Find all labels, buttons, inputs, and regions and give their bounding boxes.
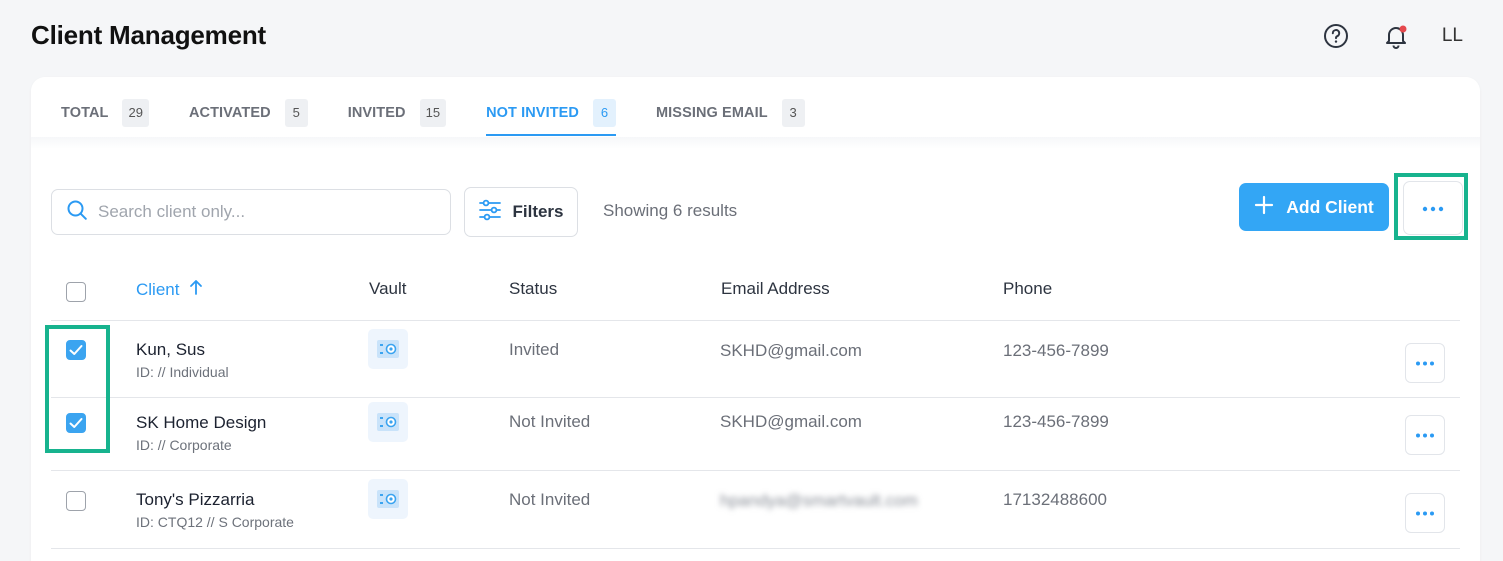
- row-actions-button[interactable]: [1405, 493, 1445, 533]
- row-actions-button[interactable]: [1405, 343, 1445, 383]
- tab-count: 6: [593, 98, 616, 127]
- row-checkbox[interactable]: [66, 491, 86, 511]
- client-name[interactable]: Tony's Pizzarria: [136, 490, 255, 510]
- client-status: Invited: [509, 340, 560, 359]
- tab-label: NOT INVITED: [486, 104, 579, 121]
- client-id: ID: // Corporate: [136, 437, 232, 453]
- bell-icon[interactable]: [1382, 22, 1410, 50]
- ellipsis-icon: [1416, 433, 1434, 437]
- ellipsis-icon: [1416, 361, 1434, 365]
- tab-total[interactable]: TOTAL 29: [61, 91, 149, 136]
- results-count: Showing 6 results: [603, 201, 738, 220]
- tab-label: ACTIVATED: [188, 104, 271, 121]
- search-icon: [66, 199, 88, 226]
- column-client-label: Client: [136, 279, 180, 299]
- client-email: hpandya@smartvault.com: [720, 491, 918, 510]
- client-email: SKHD@gmail.com: [720, 412, 862, 431]
- tab-not-invited[interactable]: NOT INVITED 6: [486, 91, 616, 136]
- question-circle-icon[interactable]: [1322, 22, 1350, 50]
- client-phone: 123-456-7899: [1003, 341, 1109, 360]
- add-client-label: Add Client: [1286, 196, 1374, 217]
- client-email: SKHD@gmail.com: [720, 341, 862, 360]
- highlight-frame: [45, 325, 110, 453]
- client-status: Not Invited: [509, 490, 591, 509]
- tabs-divider: [31, 137, 1480, 149]
- column-status-header: Status: [509, 279, 558, 298]
- row-actions-button[interactable]: [1405, 415, 1445, 455]
- highlight-frame: [1394, 173, 1468, 240]
- search-input[interactable]: [98, 202, 428, 222]
- client-status: Not Invited: [509, 412, 591, 431]
- tab-count: 3: [781, 98, 805, 127]
- column-phone-header: Phone: [1003, 279, 1053, 298]
- arrow-up-icon: [189, 279, 203, 300]
- tab-count: 29: [122, 98, 149, 127]
- table-row[interactable]: SK Home Design ID: // Corporate Not Invi…: [51, 398, 1460, 471]
- table-row[interactable]: Kun, Sus ID: // Individual Invited SKHD@…: [51, 321, 1460, 398]
- sliders-icon: [478, 199, 502, 226]
- column-email-header: Email Address: [721, 279, 830, 298]
- search-box: [51, 189, 451, 235]
- select-all-checkbox[interactable]: [66, 282, 86, 302]
- tab-label: INVITED: [347, 104, 406, 121]
- tab-label: TOTAL: [61, 104, 109, 121]
- table-header: Client Vault Status Email Address Phone: [51, 267, 1460, 321]
- tab-missing-email[interactable]: MISSING EMAIL 3: [656, 91, 805, 136]
- tab-activated[interactable]: ACTIVATED 5: [189, 91, 308, 136]
- vault-icon[interactable]: [368, 402, 408, 442]
- table-row[interactable]: Tony's Pizzarria ID: CTQ12 // S Corporat…: [51, 471, 1460, 549]
- status-tabs: TOTAL 29 ACTIVATED 5 INVITED 15 NOT INVI…: [61, 91, 845, 136]
- client-phone: 17132488600: [1003, 490, 1108, 509]
- tab-count: 5: [284, 98, 308, 127]
- plus-icon: [1254, 195, 1274, 220]
- vault-icon[interactable]: [368, 329, 408, 369]
- client-id: ID: CTQ12 // S Corporate: [136, 514, 294, 530]
- filters-label: Filters: [512, 202, 564, 221]
- client-card: TOTAL 29 ACTIVATED 5 INVITED 15 NOT INVI…: [31, 77, 1480, 561]
- tab-label: MISSING EMAIL: [656, 104, 768, 121]
- client-id: ID: // Individual: [136, 364, 229, 380]
- add-client-button[interactable]: Add Client: [1239, 183, 1389, 231]
- vault-icon[interactable]: [368, 479, 408, 519]
- client-name[interactable]: Kun, Sus: [136, 340, 205, 360]
- page-title: Client Management: [31, 20, 266, 50]
- tab-invited[interactable]: INVITED 15: [347, 91, 447, 136]
- top-actions: LL: [1322, 22, 1463, 50]
- client-name[interactable]: SK Home Design: [136, 413, 266, 433]
- client-phone: 123-456-7899: [1003, 412, 1109, 431]
- filters-button[interactable]: Filters: [464, 187, 578, 237]
- avatar[interactable]: LL: [1442, 25, 1463, 47]
- column-client-header[interactable]: Client: [136, 279, 203, 300]
- ellipsis-icon: [1416, 511, 1434, 515]
- column-vault-header: Vault: [369, 279, 407, 298]
- tab-count: 15: [419, 98, 447, 127]
